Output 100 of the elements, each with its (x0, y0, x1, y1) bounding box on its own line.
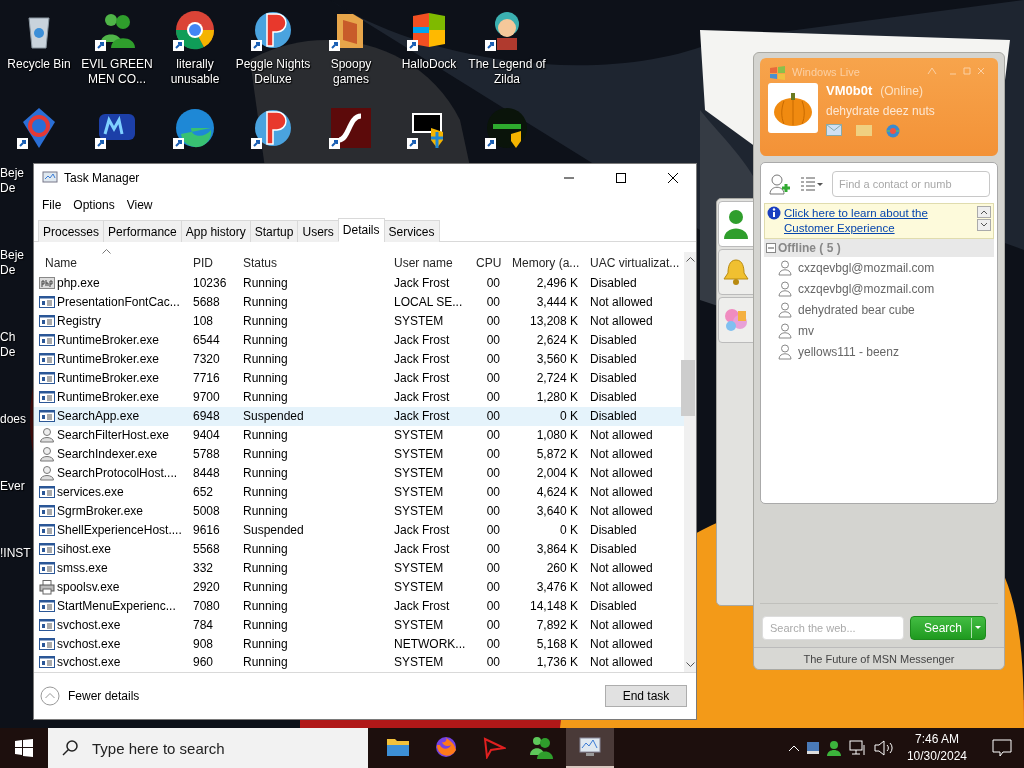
process-row[interactable]: StartMenuExperienc... 7080 Running Jack Frost 00 14,148 K Disabled (34, 596, 684, 616)
taskbar-app-button[interactable] (566, 728, 614, 768)
column-header[interactable]: Name (39, 255, 187, 270)
desktop-icon-label[interactable]: Beje De (0, 166, 30, 196)
desktop-icon-label[interactable]: Beje De (0, 248, 30, 278)
desktop-icon-label[interactable]: EVIL GREEN MEN CO... (78, 57, 156, 87)
contact-search-field[interactable]: Find a contact or numb (832, 171, 990, 197)
process-row[interactable]: smss.exe 332 Running SYSTEM 00 260 K Not allowed (34, 558, 684, 578)
desktop-icon-label[interactable]: Ch De (0, 330, 30, 360)
table-cell-text: Not allowed (589, 447, 654, 461)
scroll-up-icon[interactable] (977, 206, 991, 218)
tab[interactable]: Details (337, 218, 385, 242)
table-cell-text: Jack Frost (393, 598, 451, 613)
menu-item[interactable]: Options (69, 198, 119, 212)
table-cell-text: Not allowed (589, 617, 654, 632)
process-row[interactable]: svchost.exe 784 Running SYSTEM 00 7,892 K Not allowed (34, 615, 684, 635)
table-cell-text: SYSTEM (393, 655, 445, 670)
process-row[interactable]: SearchApp.exe 6948 Suspended Jack Frost 00 0 K Disabled (34, 406, 684, 426)
contact-name[interactable]: cxzqevbgl@mozmail.com (798, 260, 935, 275)
column-header[interactable]: User name (388, 255, 470, 270)
desktop-icon-label[interactable]: Recycle Bin (7, 57, 71, 72)
tab[interactable]: Users (297, 220, 339, 242)
fewer-details-button[interactable]: Fewer details (40, 686, 140, 706)
contact-name[interactable]: yellows111 - beenz (798, 344, 899, 359)
volume-icon[interactable] (873, 740, 894, 756)
collapse-icon[interactable] (766, 243, 776, 253)
scroll-down-icon[interactable] (685, 662, 695, 668)
network-icon[interactable] (848, 740, 867, 756)
contact-name[interactable]: dehydrated bear cube (798, 302, 915, 317)
process-row[interactable]: SearchIndexer.exe 5788 Running SYSTEM 00 5,872 K Not allowed (34, 444, 684, 464)
contact-name[interactable]: cxzqevbgl@mozmail.com (798, 281, 935, 296)
process-row[interactable]: RuntimeBroker.exe 6544 Running Jack Frost 00 2,624 K Disabled (34, 330, 684, 350)
window-icon (39, 370, 55, 387)
tab[interactable]: Processes (38, 220, 105, 242)
scroll-up-icon[interactable] (685, 256, 695, 262)
web-search-field[interactable]: Search the web... (762, 616, 904, 640)
table-cell-text: 0 K (559, 409, 579, 424)
table-cell-text: Not allowed (589, 636, 654, 651)
desktop-icon-label[interactable]: HalloDock (401, 57, 457, 72)
table-cell-text: Disabled (589, 371, 638, 386)
clock[interactable]: 7:46 AM 10/30/2024 (900, 731, 973, 765)
process-row[interactable]: svchost.exe 908 Running NETWORK... 00 5,168 K Not allowed (34, 634, 684, 653)
add-contact-icon[interactable] (768, 173, 792, 195)
desktop-icon-label[interactable]: The Legend of Zilda (468, 57, 546, 87)
tab[interactable]: Startup (249, 220, 299, 242)
process-row[interactable]: SearchProtocolHost.... 8448 Running SYSTEM 00 2,004 K Not allowed (34, 463, 684, 483)
process-row[interactable]: SearchFilterHost.exe 9404 Running SYSTEM 00 1,080 K Not allowed (34, 425, 684, 445)
column-header[interactable]: UAC virtualizat... (584, 255, 684, 270)
table-cell-text: Not allowed (589, 655, 654, 670)
search-field[interactable]: Type here to search (90, 738, 368, 758)
process-row[interactable]: php.exe 10236 Running Jack Frost 00 2,496 K Disabled (34, 273, 684, 293)
tab[interactable]: Services (383, 220, 440, 242)
menu-item[interactable]: File (38, 198, 66, 212)
device-icon[interactable] (806, 740, 819, 756)
tab[interactable]: App history (180, 220, 251, 242)
menu-item[interactable]: View (122, 198, 157, 212)
column-header[interactable]: CPU (470, 255, 506, 270)
process-row[interactable]: sihost.exe 5568 Running Jack Frost 00 3,864 K Disabled (34, 539, 684, 559)
table-cell: services.exe (57, 484, 124, 499)
column-header[interactable]: Status (237, 255, 388, 270)
pumpkin-avatar[interactable] (768, 83, 818, 133)
process-row[interactable]: RuntimeBroker.exe 9700 Running Jack Frost 00 1,280 K Disabled (34, 387, 684, 407)
table-cell-text: 1,736 K (535, 655, 579, 670)
process-row[interactable]: Registry 108 Running SYSTEM 00 13,208 K Not allowed (34, 311, 684, 331)
scrollbar-thumb[interactable] (681, 360, 695, 416)
scroll-down-icon[interactable] (977, 219, 991, 231)
column-header[interactable]: PID (187, 255, 237, 270)
contact-name[interactable]: mv (798, 323, 814, 338)
table-cell-text: Disabled (589, 409, 638, 424)
printer-icon (39, 578, 55, 595)
dropdown-icon[interactable] (971, 618, 984, 638)
offline-person-icon (778, 343, 792, 360)
taskbar-search-box[interactable]: Type here to search (48, 728, 368, 768)
side-tab[interactable] (718, 201, 754, 247)
desktop-icon-label[interactable]: Ever (0, 479, 30, 494)
process-row[interactable]: ShellExperienceHost.... 9616 Suspended Jack Frost 00 0 K Disabled (34, 520, 684, 540)
table-cell-text: Jack Frost (393, 276, 451, 291)
table-cell-text: SYSTEM (393, 617, 445, 632)
process-row[interactable]: RuntimeBroker.exe 7716 Running Jack Frost 00 2,724 K Disabled (34, 368, 684, 388)
desktop-icon-label[interactable]: literally unusable (156, 57, 234, 87)
window-icon (39, 635, 55, 652)
process-row[interactable]: svchost.exe 960 Running SYSTEM 00 1,736 K Not allowed (34, 653, 684, 672)
desktop-icon-label[interactable]: Spoopy games (312, 57, 390, 87)
process-row[interactable]: spoolsv.exe 2920 Running SYSTEM 00 3,476 K Not allowed (34, 577, 684, 597)
customer-experience-link[interactable]: Click here to learn about the Customer Experience (784, 206, 974, 236)
process-row[interactable]: SgrmBroker.exe 5008 Running SYSTEM 00 3,640 K Not allowed (34, 501, 684, 521)
table-cell-text: 5008 (192, 503, 221, 518)
desktop-icon-label[interactable]: Peggle Nights Deluxe (234, 57, 312, 87)
process-row[interactable]: PresentationFontCac... 5688 Running LOCAL SE... 00 3,444 K Not allowed (34, 292, 684, 312)
desktop-icon-label[interactable]: does (0, 412, 30, 427)
process-row[interactable]: services.exe 652 Running SYSTEM 00 4,624 K Not allowed (34, 482, 684, 502)
table-cell-text: Not allowed (589, 465, 654, 480)
end-task-button[interactable]: End task (605, 685, 687, 707)
person-icon[interactable] (825, 740, 842, 756)
table-cell-text: 00 (485, 636, 501, 651)
column-header[interactable]: Memory (a... (506, 255, 584, 270)
desktop-icon-label[interactable]: !INST (0, 546, 30, 561)
chevron-up-icon[interactable] (787, 744, 800, 752)
tab[interactable]: Performance (103, 220, 182, 242)
process-row[interactable]: RuntimeBroker.exe 7320 Running Jack Frost 00 3,560 K Disabled (34, 349, 684, 369)
